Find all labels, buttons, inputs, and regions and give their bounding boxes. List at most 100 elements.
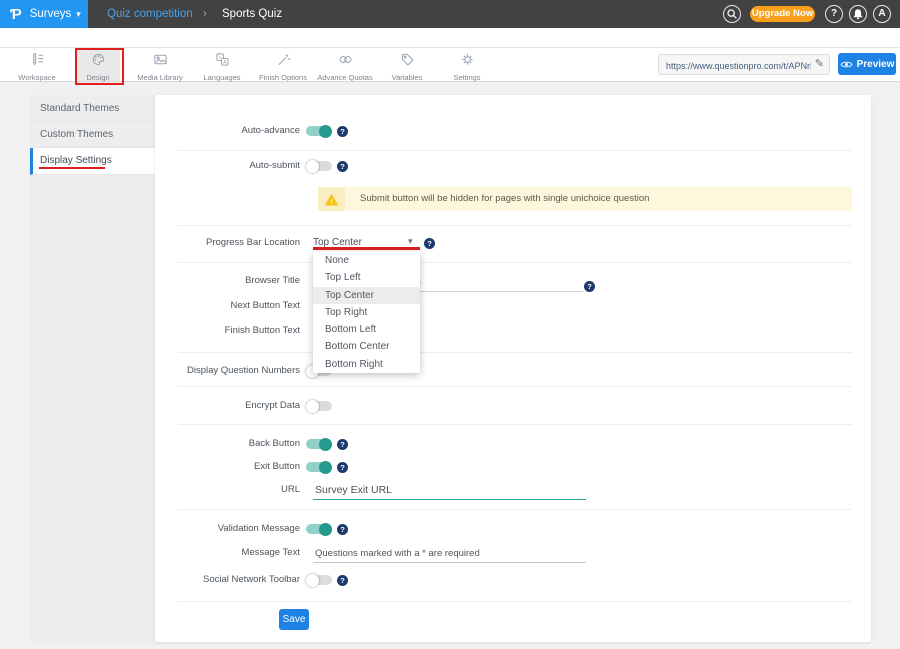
svg-text:A: A (223, 60, 227, 66)
toggle-knob (319, 125, 332, 138)
divider (178, 386, 852, 387)
exit-button-label: Exit Button (90, 461, 300, 472)
back-button-label: Back Button (90, 438, 300, 449)
preview-button[interactable]: Preview (838, 53, 896, 75)
help-icon[interactable]: ? (337, 575, 348, 586)
dropdown-option-top-left[interactable]: Top Left (313, 269, 420, 286)
dropdown-option-none[interactable]: None (313, 252, 420, 269)
toolbar-languages-button[interactable]: x A Languages (192, 48, 252, 81)
auto-advance-toggle[interactable] (306, 126, 332, 136)
top-bar: Ƥ Surveys ▾ Quiz competition › Sports Qu… (0, 0, 900, 28)
warning-text: Submit button will be hidden for pages w… (360, 187, 649, 211)
divider (178, 150, 852, 151)
toggle-knob (306, 574, 319, 587)
back-button-toggle[interactable] (306, 439, 332, 449)
survey-url-input[interactable] (664, 56, 813, 75)
finish-button-text-label: Finish Button Text (90, 325, 300, 336)
toggle-knob (306, 160, 319, 173)
toolbar-advance-quotas-button[interactable]: Advance Quotas (315, 48, 375, 81)
upgrade-now-button[interactable]: Upgrade Now (750, 6, 815, 22)
breadcrumb-current: Sports Quiz (222, 0, 282, 28)
surveys-menu[interactable]: Surveys (30, 8, 72, 20)
divider (178, 352, 852, 353)
help-icon[interactable]: ? (337, 524, 348, 535)
chevron-down-icon: ▾ (76, 9, 81, 20)
app-logo-area[interactable]: Ƥ Surveys ▾ (0, 0, 88, 28)
divider (178, 225, 852, 226)
edit-pencil-icon[interactable]: ✎ (815, 57, 824, 70)
help-icon[interactable]: ? (337, 439, 348, 450)
survey-url-field[interactable]: ✎ (658, 54, 830, 75)
search-icon (725, 7, 739, 21)
save-button[interactable]: Save (279, 609, 309, 630)
display-question-numbers-label: Display Question Numbers (90, 365, 300, 376)
toolbar-button-label: Advance Quotas (315, 73, 375, 82)
toolbar-button-label: Media Library (130, 73, 190, 82)
toggle-knob (306, 400, 319, 413)
avatar[interactable]: A (873, 5, 891, 23)
dropdown-option-top-right[interactable]: Top Right (313, 304, 420, 321)
toolbar-finish-options-button[interactable]: Finish Options (253, 48, 313, 81)
search-icon[interactable] (723, 5, 741, 23)
next-button-text-label: Next Button Text (90, 300, 300, 311)
toggle-knob (319, 438, 332, 451)
help-icon[interactable]: ? (337, 462, 348, 473)
gear-icon (460, 52, 475, 67)
warning-icon: ! (324, 193, 339, 206)
translate-icon: x A (215, 52, 230, 67)
toolbar-media-library-button[interactable]: Media Library (130, 48, 190, 81)
workspace-icon (30, 52, 45, 67)
message-text-label: Message Text (90, 547, 300, 558)
divider (178, 262, 852, 263)
image-icon (153, 52, 168, 67)
encrypt-data-label: Encrypt Data (90, 400, 300, 411)
links-icon (338, 52, 353, 67)
divider (178, 424, 852, 425)
toolbar-button-label: Workspace (7, 73, 67, 82)
browser-title-label: Browser Title (90, 275, 300, 286)
help-button[interactable]: ? (825, 5, 843, 23)
dropdown-option-bottom-left[interactable]: Bottom Left (313, 321, 420, 338)
breadcrumb-separator: › (203, 0, 207, 28)
dropdown-option-bottom-right[interactable]: Bottom Right (313, 356, 420, 373)
help-icon[interactable]: ? (424, 238, 435, 249)
toolbar-workspace-button[interactable]: Workspace (7, 48, 67, 81)
message-text-input[interactable] (313, 544, 586, 563)
help-icon[interactable]: ? (337, 161, 348, 172)
encrypt-data-toggle[interactable] (306, 401, 332, 411)
exit-url-label: URL (90, 484, 300, 495)
toolbar-button-label: Variables (377, 73, 437, 82)
dropdown-option-bottom-center[interactable]: Bottom Center (313, 338, 420, 355)
auto-submit-label: Auto-submit (90, 160, 300, 171)
auto-submit-toggle[interactable] (306, 161, 332, 171)
auto-advance-label: Auto-advance (90, 125, 300, 136)
bell-icon (851, 7, 865, 21)
toolbar-button-label: Languages (192, 73, 252, 82)
warning-banner: ! Submit button will be hidden for pages… (318, 187, 852, 211)
notifications-button[interactable] (849, 5, 867, 23)
social-network-toolbar-toggle[interactable] (306, 575, 332, 585)
progress-bar-location-dropdown: None Top Left Top Center Top Right Botto… (313, 252, 420, 373)
toolbar-variables-button[interactable]: Variables (377, 48, 437, 81)
breadcrumb-parent[interactable]: Quiz competition (107, 0, 193, 28)
divider (178, 601, 852, 602)
tag-icon (400, 52, 415, 67)
toolbar-button-label: Finish Options (253, 73, 313, 82)
toolbar-settings-button[interactable]: Settings (437, 48, 497, 81)
exit-button-toggle[interactable] (306, 462, 332, 472)
wand-icon (276, 52, 291, 67)
exit-url-input[interactable] (313, 481, 586, 500)
preview-button-label: Preview (857, 59, 895, 70)
help-icon[interactable]: ? (337, 126, 348, 137)
warning-icon-cell: ! (318, 187, 345, 211)
eye-icon (840, 60, 853, 69)
sidebar-item-standard-themes[interactable]: Standard Themes (30, 96, 155, 122)
divider (178, 509, 852, 510)
help-icon[interactable]: ? (584, 281, 595, 292)
questionpro-logo: Ƥ (10, 6, 22, 23)
svg-text:!: ! (330, 196, 332, 205)
dropdown-option-top-center[interactable]: Top Center (313, 287, 420, 304)
social-network-toolbar-label: Social Network Toolbar (90, 574, 300, 585)
validation-message-toggle[interactable] (306, 524, 332, 534)
nav-tabs-bar: Edit Distribute Analytics Integration Re… (0, 28, 900, 48)
